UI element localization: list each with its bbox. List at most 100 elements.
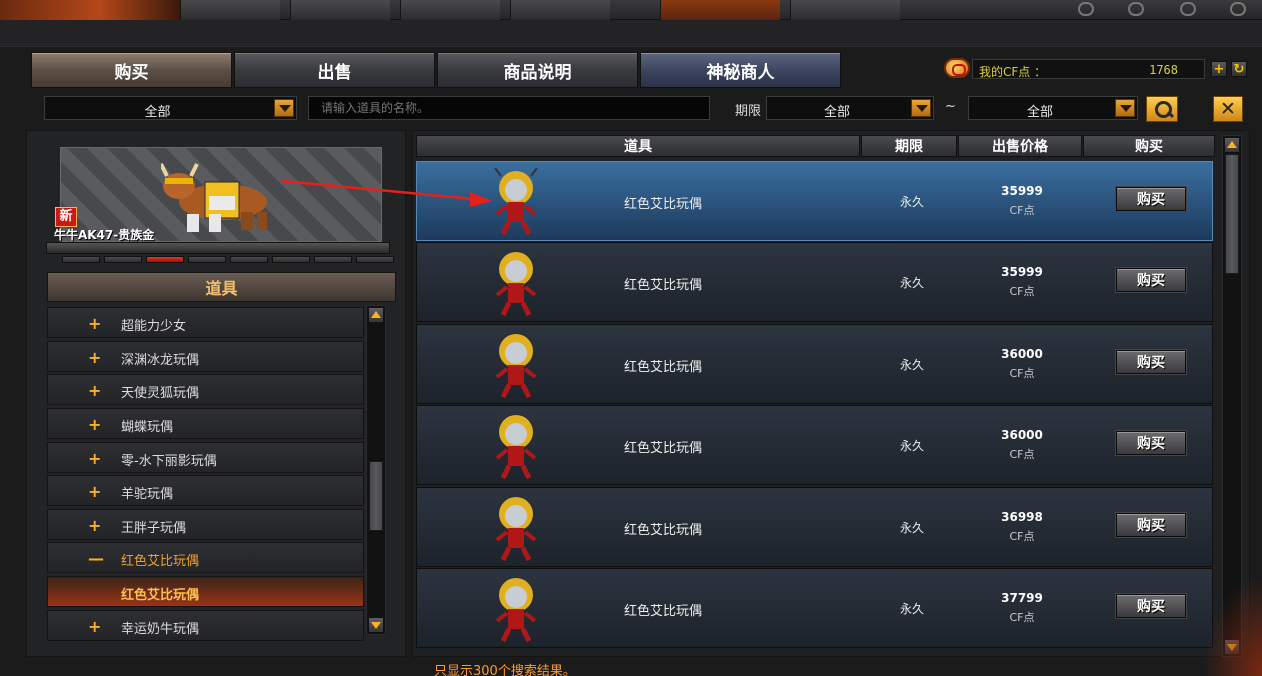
top-icon[interactable] xyxy=(1180,2,1196,16)
category-select[interactable]: 全部 xyxy=(44,96,297,120)
tree-item-label: 羊驼玩偶 xyxy=(121,487,174,502)
game-logo xyxy=(0,0,180,20)
price-unit: CF点 xyxy=(1009,367,1035,380)
tab-sell[interactable]: 出售 xyxy=(234,52,435,88)
scroll-up-icon[interactable] xyxy=(368,307,384,323)
table-row[interactable]: 红色艾比玩偶 永久 37799 CF点 购买 xyxy=(416,568,1213,648)
top-nav-bar xyxy=(0,0,1262,20)
top-nav-item[interactable] xyxy=(510,0,610,20)
buy-button[interactable]: 购买 xyxy=(1116,594,1186,618)
item-period: 永久 xyxy=(900,195,925,209)
top-icon[interactable] xyxy=(1078,2,1094,16)
buy-button[interactable]: 购买 xyxy=(1116,350,1186,374)
scroll-thumb[interactable] xyxy=(369,461,383,531)
cf-points-value: 1768 xyxy=(1149,63,1178,77)
expand-icon[interactable]: + xyxy=(88,415,101,434)
collapse-icon[interactable]: — xyxy=(88,549,104,568)
tree-item[interactable]: + 零-水下丽影玩偶 xyxy=(47,442,364,473)
expand-icon[interactable]: + xyxy=(88,449,101,468)
price-unit: CF点 xyxy=(1009,285,1035,298)
tab-buy[interactable]: 购买 xyxy=(31,52,232,88)
add-cf-button[interactable]: + xyxy=(1211,61,1227,77)
table-row[interactable]: 红色艾比玩偶 永久 35999 CF点 购买 xyxy=(416,242,1213,322)
tab-mystery-merchant[interactable]: 神秘商人 xyxy=(640,52,841,88)
chevron-down-icon[interactable] xyxy=(1115,99,1135,117)
item-name: 红色艾比玩偶 xyxy=(624,360,703,375)
item-price: 35999 xyxy=(1001,184,1043,198)
expand-icon[interactable]: + xyxy=(88,482,101,501)
top-nav-item[interactable] xyxy=(400,0,500,20)
chevron-down-icon[interactable] xyxy=(911,99,931,117)
table-row[interactable]: 红色艾比玩偶 永久 36000 CF点 购买 xyxy=(416,405,1213,485)
tree-item-expanded[interactable]: — 红色艾比玩偶 xyxy=(47,542,364,573)
expand-icon[interactable]: + xyxy=(88,348,101,367)
top-nav-item[interactable] xyxy=(290,0,390,20)
item-price: 37799 xyxy=(1001,591,1043,605)
buy-button[interactable]: 购买 xyxy=(1116,187,1186,211)
scroll-down-icon[interactable] xyxy=(368,617,384,633)
buy-button[interactable]: 购买 xyxy=(1116,431,1186,455)
tree-item-label: 幸运奶牛玩偶 xyxy=(121,622,200,637)
pager-dot[interactable] xyxy=(104,256,142,263)
tree-item[interactable]: + 羊驼玩偶 xyxy=(47,475,364,506)
pager-dot-active[interactable] xyxy=(146,256,184,263)
top-icon[interactable] xyxy=(1230,2,1246,16)
doll-icon xyxy=(494,249,538,317)
tree-item[interactable]: + 幸运奶牛玩偶 xyxy=(47,610,364,641)
scroll-up-icon[interactable] xyxy=(1224,137,1240,153)
buy-button[interactable]: 购买 xyxy=(1116,268,1186,292)
top-nav-item[interactable] xyxy=(790,0,900,20)
expand-icon[interactable]: + xyxy=(88,314,101,333)
price-unit: CF点 xyxy=(1009,448,1035,461)
tab-item-description[interactable]: 商品说明 xyxy=(437,52,638,88)
showcase-item-name: 牛牛AK47-贵族金 xyxy=(54,228,155,242)
search-button[interactable] xyxy=(1146,96,1178,122)
period-to-select[interactable]: 全部 xyxy=(968,96,1138,120)
ember-decoration xyxy=(1202,576,1262,676)
tree-item-label: 蝴蝶玩偶 xyxy=(121,420,174,435)
pager-dot[interactable] xyxy=(272,256,310,263)
tree-item[interactable]: + 深渊冰龙玩偶 xyxy=(47,341,364,372)
tree-item[interactable]: + 天使灵狐玩偶 xyxy=(47,374,364,405)
item-name: 红色艾比玩偶 xyxy=(624,604,703,619)
pager-dot[interactable] xyxy=(62,256,100,263)
period-from-select[interactable]: 全部 xyxy=(766,96,934,120)
sub-bar xyxy=(0,20,1262,47)
expand-icon[interactable]: + xyxy=(88,381,101,400)
doll-icon xyxy=(494,494,538,562)
item-name: 红色艾比玩偶 xyxy=(624,197,703,212)
doll-icon xyxy=(494,412,538,480)
table-row[interactable]: 红色艾比玩偶 永久 36000 CF点 购买 xyxy=(416,324,1213,404)
category-scrollbar[interactable] xyxy=(366,305,386,635)
pager-dot[interactable] xyxy=(356,256,394,263)
pager-dot[interactable] xyxy=(230,256,268,263)
expand-icon[interactable]: + xyxy=(88,516,101,535)
pager-dot[interactable] xyxy=(188,256,226,263)
period-separator: ~ xyxy=(945,99,956,114)
top-icon[interactable] xyxy=(1128,2,1144,16)
expand-icon[interactable]: + xyxy=(88,617,101,636)
scroll-thumb[interactable] xyxy=(1225,154,1239,274)
search-input[interactable] xyxy=(308,96,710,120)
tree-item[interactable]: + 王胖子玩偶 xyxy=(47,509,364,540)
table-row[interactable]: 红色艾比玩偶 永久 36998 CF点 购买 xyxy=(416,487,1213,567)
close-button[interactable]: ✕ xyxy=(1213,96,1243,122)
item-name: 红色艾比玩偶 xyxy=(624,441,703,456)
item-price: 36000 xyxy=(1001,347,1043,361)
top-nav-item-active[interactable] xyxy=(660,0,780,20)
tree-item[interactable]: + 蝴蝶玩偶 xyxy=(47,408,364,439)
buy-button[interactable]: 购买 xyxy=(1116,513,1186,537)
refresh-icon[interactable]: ↻ xyxy=(1231,61,1247,77)
pager-dot[interactable] xyxy=(314,256,352,263)
doll-icon xyxy=(494,168,538,236)
showcase-pager xyxy=(62,256,394,264)
tree-subitem-selected[interactable]: 红色艾比玩偶 xyxy=(47,576,364,607)
table-row[interactable]: 红色艾比玩偶 永久 35999 CF点 购买 xyxy=(416,161,1213,241)
top-nav-item[interactable] xyxy=(180,0,280,20)
tree-item[interactable]: + 超能力少女 xyxy=(47,307,364,338)
item-period: 永久 xyxy=(900,439,925,453)
chevron-down-icon[interactable] xyxy=(274,99,294,117)
period-label: 期限 xyxy=(735,104,762,119)
cf-points-display: 我的CF点 ： 1768 xyxy=(972,59,1205,79)
item-price: 36998 xyxy=(1001,510,1043,524)
